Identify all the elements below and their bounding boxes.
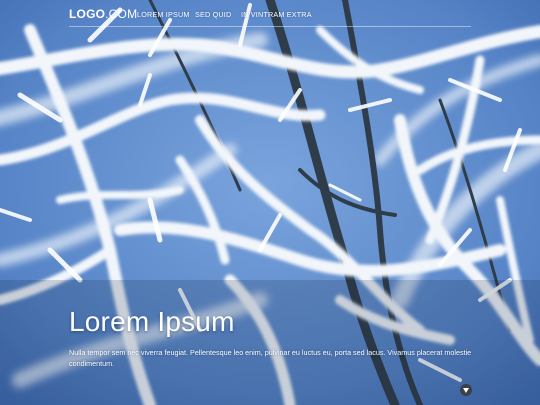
- frosted-branches-background: [0, 0, 540, 405]
- nav-link-in-vintram-extra[interactable]: IN VINTRAM EXTRA: [241, 10, 312, 19]
- logo-suffix: .COM: [105, 7, 138, 21]
- page: LOGO.COM LOREM IPSUM SED QUID IN VINTRAM…: [0, 0, 540, 405]
- nav-divider: [69, 26, 471, 27]
- logo-bold: LOGO: [69, 7, 106, 21]
- chevron-down-icon: [463, 387, 469, 393]
- hero-title: Lorem Ipsum: [69, 306, 235, 337]
- hero-body: Nulla tempor sem nec viverra feugiat. Pe…: [69, 348, 472, 368]
- scroll-down-button[interactable]: [460, 384, 472, 396]
- nav-link-sed-quid[interactable]: SED QUID: [195, 10, 231, 19]
- top-nav: LOGO.COM LOREM IPSUM SED QUID IN VINTRAM…: [0, 0, 540, 28]
- nav-link-lorem-ipsum[interactable]: LOREM IPSUM: [137, 10, 190, 19]
- logo[interactable]: LOGO.COM: [69, 7, 137, 21]
